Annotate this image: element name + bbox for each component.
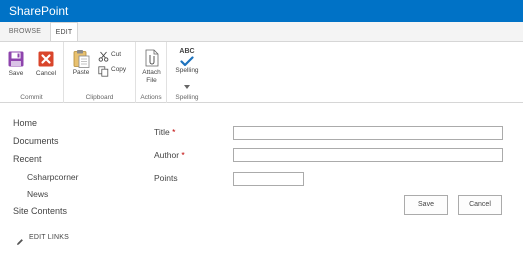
- group-label-spelling: Spelling: [175, 94, 199, 101]
- author-input[interactable]: [233, 148, 503, 162]
- title-label-text: Title: [154, 127, 170, 137]
- group-label-commit: Commit: [20, 94, 43, 101]
- nav-item-recent[interactable]: Recent: [13, 154, 42, 164]
- author-label-text: Author: [154, 150, 180, 160]
- attach-file-button[interactable]: Attach File: [138, 49, 165, 84]
- title-field-label: Title *: [154, 127, 175, 137]
- nav-item-site-contents[interactable]: Site Contents: [13, 206, 67, 216]
- nav-item-news[interactable]: News: [27, 189, 48, 199]
- form-save-button[interactable]: Save: [404, 195, 448, 215]
- edit-links-label: EDIT LINKS: [29, 233, 69, 241]
- tab-browse[interactable]: BROWSE: [2, 22, 48, 41]
- suite-bar: SharePoint: [0, 0, 523, 22]
- spelling-button-label: Spelling: [175, 67, 199, 74]
- copy-button[interactable]: Copy: [98, 63, 127, 77]
- ribbon-group-spelling: ABC Spelling Spelling: [167, 42, 207, 103]
- paste-icon: [72, 49, 90, 68]
- group-label-clipboard: Clipboard: [85, 94, 114, 101]
- copy-button-label: Copy: [111, 65, 127, 73]
- pencil-icon: [16, 233, 24, 245]
- title-required-marker: *: [172, 127, 176, 137]
- group-label-actions: Actions: [140, 94, 162, 101]
- ribbon-group-actions: Attach File Actions: [136, 42, 167, 103]
- author-required-marker: *: [181, 150, 185, 160]
- spelling-button[interactable]: ABC Spelling: [170, 48, 204, 89]
- spellcheck-icon-text: ABC: [179, 48, 195, 55]
- save-button-label: Save: [8, 70, 24, 77]
- chevron-down-icon: [184, 76, 190, 89]
- cancel-button-label: Cancel: [35, 70, 57, 77]
- cut-icon: [98, 49, 109, 62]
- ribbon-group-commit: Save Cancel Commit: [0, 42, 64, 103]
- save-button[interactable]: Save: [6, 51, 26, 78]
- points-field-label: Points: [154, 173, 178, 183]
- copy-icon: [98, 64, 109, 77]
- ribbon: Save Cancel Commit Paste Cut Copy Clipbo…: [0, 41, 523, 103]
- nav-item-csharpcorner[interactable]: Csharpcorner: [27, 172, 79, 182]
- nav-item-documents[interactable]: Documents: [13, 136, 59, 146]
- attach-file-icon: [145, 49, 159, 67]
- points-input[interactable]: [233, 172, 304, 186]
- paste-button-label: Paste: [72, 69, 90, 76]
- suite-title[interactable]: SharePoint: [9, 4, 68, 18]
- cut-button-label: Cut: [111, 50, 122, 58]
- cancel-button[interactable]: Cancel: [33, 51, 59, 78]
- author-field-label: Author *: [154, 150, 185, 160]
- edit-links-button[interactable]: EDIT LINKS: [16, 233, 69, 245]
- ribbon-tab-row: BROWSE EDIT: [0, 22, 523, 41]
- attach-file-label-line1: Attach: [142, 69, 161, 76]
- points-label-text: Points: [154, 173, 178, 183]
- save-icon: [8, 51, 24, 67]
- form-cancel-button[interactable]: Cancel: [458, 195, 502, 215]
- spellcheck-icon: ABC: [170, 48, 204, 67]
- ribbon-group-clipboard: Paste Cut Copy Clipboard: [64, 42, 136, 103]
- attach-file-label-line2: File: [146, 76, 157, 84]
- paste-button[interactable]: Paste: [70, 49, 92, 77]
- title-input[interactable]: [233, 126, 503, 140]
- cancel-icon: [38, 51, 54, 67]
- cut-button[interactable]: Cut: [98, 48, 122, 62]
- nav-item-home[interactable]: Home: [13, 118, 37, 128]
- tab-edit[interactable]: EDIT: [50, 22, 78, 41]
